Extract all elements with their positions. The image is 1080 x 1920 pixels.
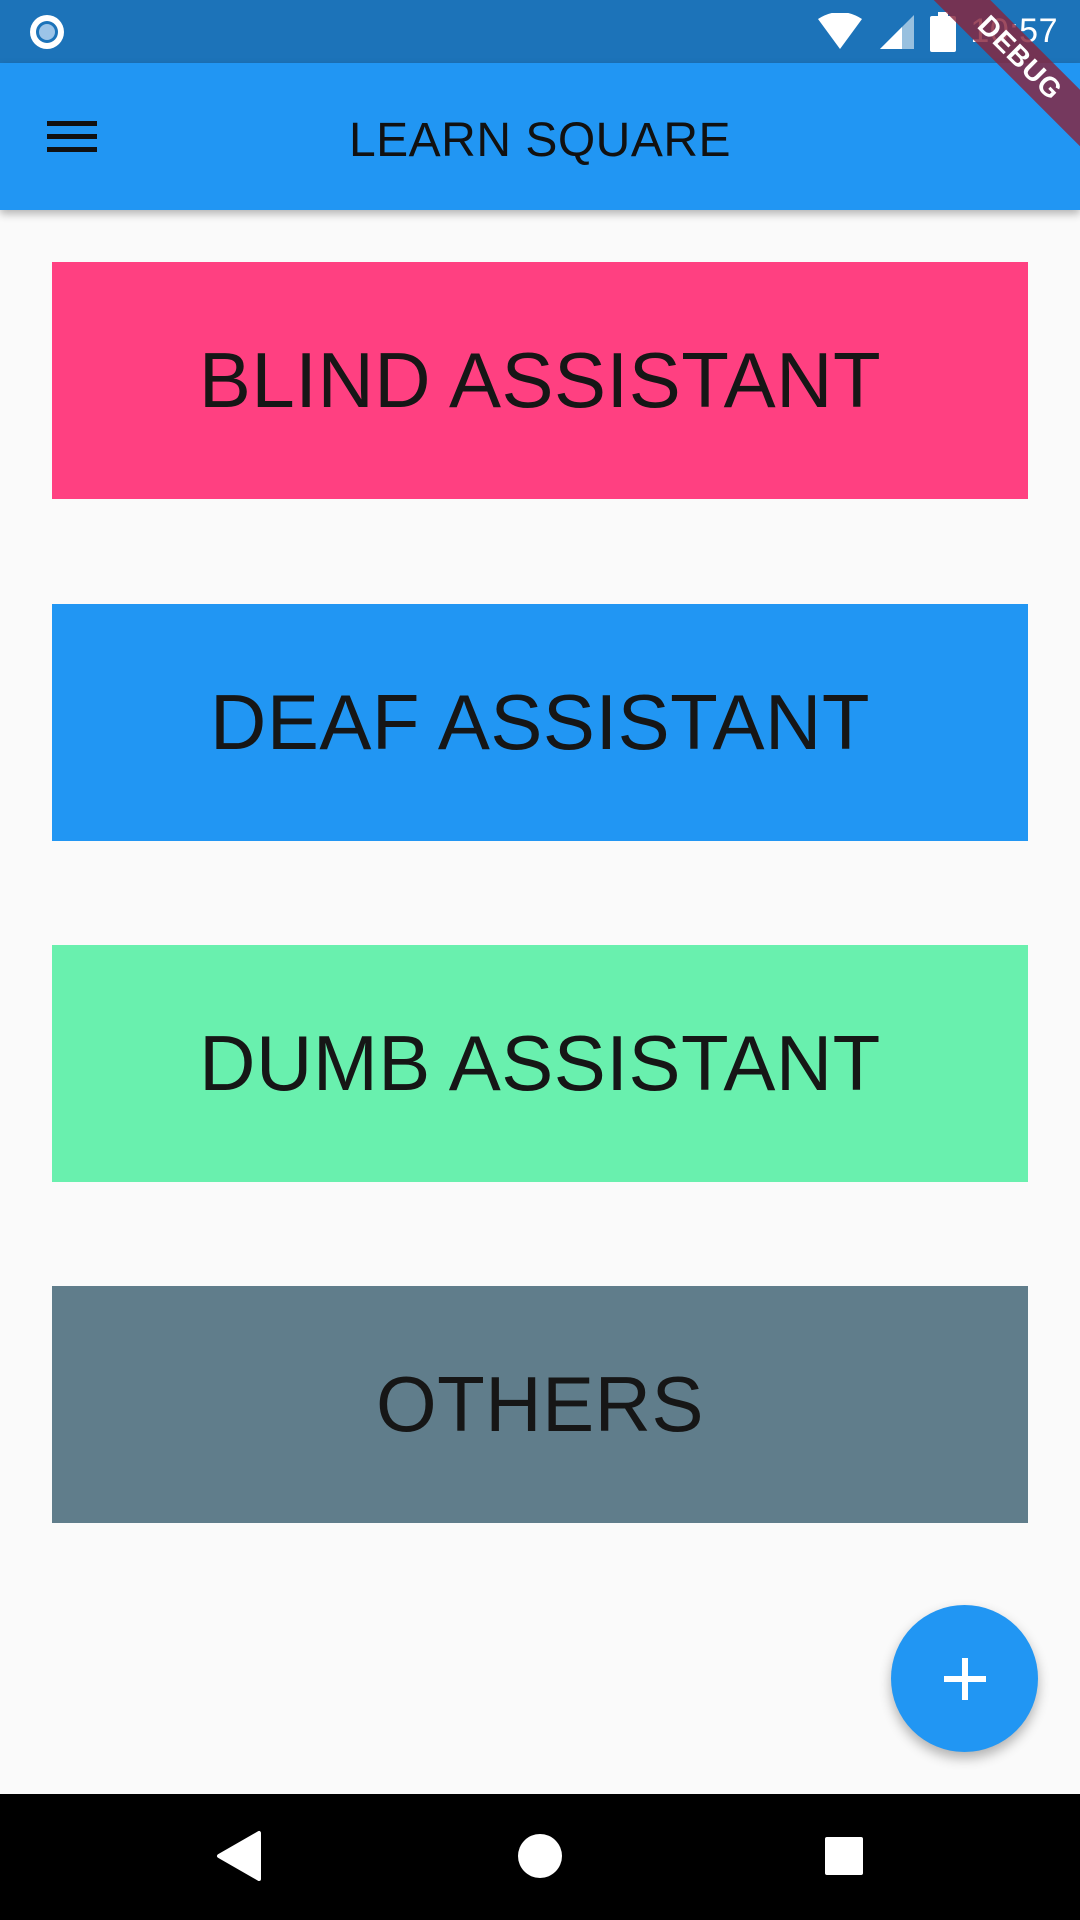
- tile-deaf-assistant[interactable]: DEAF ASSISTANT: [52, 604, 1028, 841]
- add-fab-button[interactable]: [891, 1605, 1038, 1752]
- signal-icon: [880, 14, 915, 49]
- plus-icon: [943, 1657, 986, 1700]
- navigation-bar: [0, 1794, 1080, 1920]
- radio-circle-icon: [30, 15, 64, 49]
- tile-label: BLIND ASSISTANT: [198, 336, 882, 424]
- app-title: LEARN SQUARE: [348, 114, 732, 167]
- tile-others[interactable]: OTHERS: [52, 1286, 1028, 1523]
- status-bar: 10:57: [0, 0, 1080, 63]
- back-icon[interactable]: [215, 1829, 263, 1883]
- tile-label: OTHERS: [375, 1360, 705, 1448]
- screen: 10:57 LEARN SQUARE DEBUG BLIND ASSISTANT…: [0, 0, 1080, 1920]
- tile-label: DEAF ASSISTANT: [209, 678, 871, 766]
- tile-label: DUMB ASSISTANT: [199, 1019, 881, 1107]
- wifi-icon: [818, 12, 863, 49]
- tile-blind-assistant[interactable]: BLIND ASSISTANT: [52, 262, 1028, 499]
- app-bar: LEARN SQUARE: [0, 63, 1080, 210]
- recents-icon[interactable]: [823, 1829, 865, 1883]
- tile-dumb-assistant[interactable]: DUMB ASSISTANT: [52, 945, 1028, 1182]
- home-icon[interactable]: [517, 1829, 563, 1883]
